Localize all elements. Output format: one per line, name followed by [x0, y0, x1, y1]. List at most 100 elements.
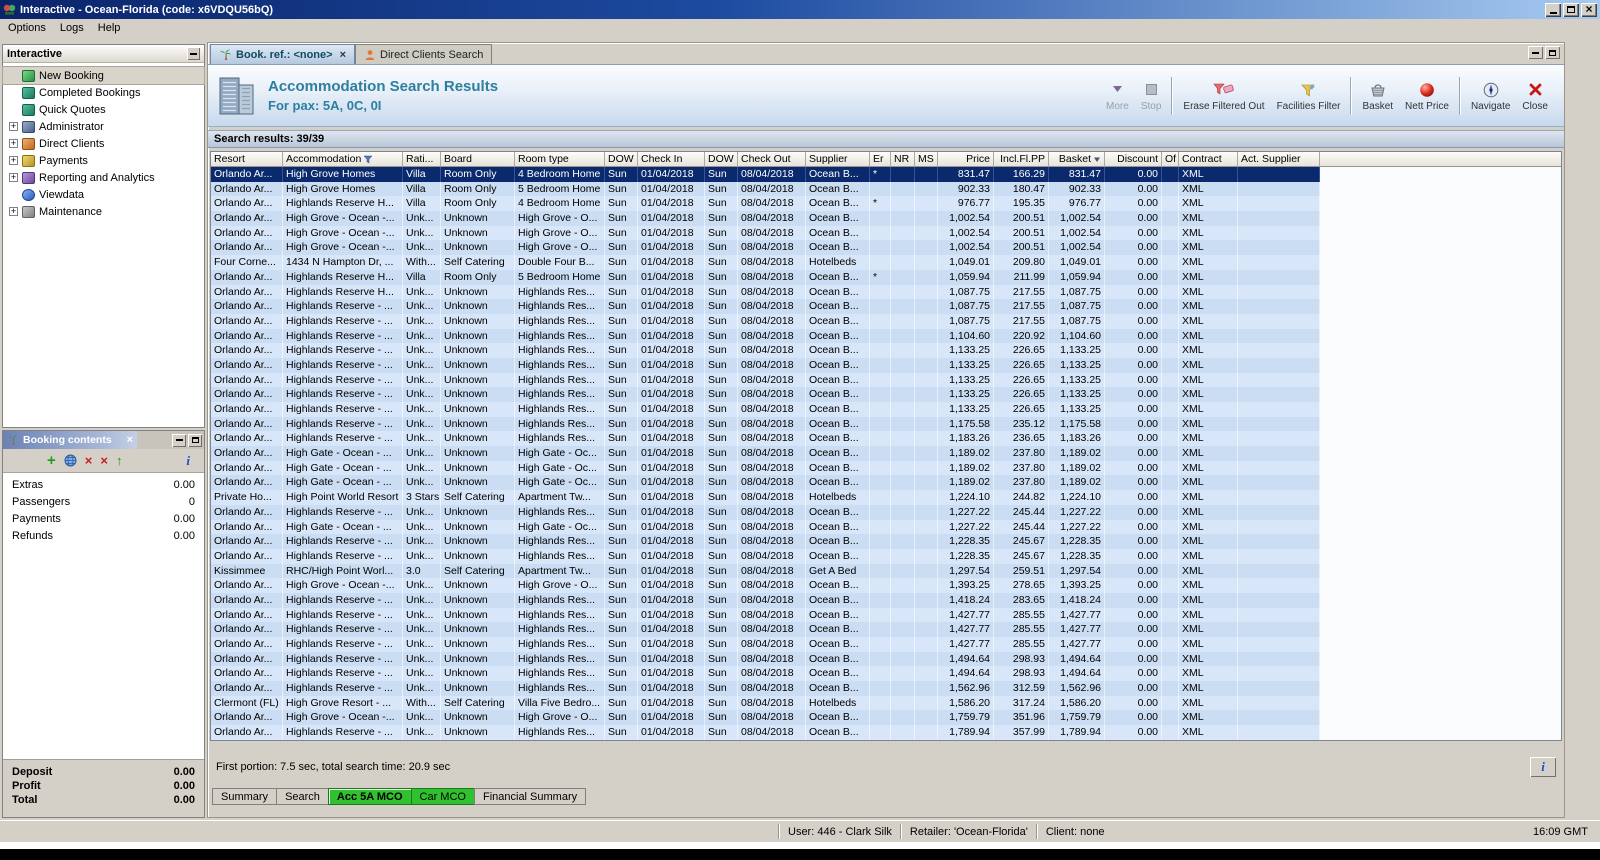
- table-row[interactable]: Orlando Ar... Highlands Reserve H... Unk..…: [211, 284, 1561, 300]
- table-row[interactable]: Clermont (FL) High Grove Resort - ... With…: [211, 695, 1561, 711]
- table-row[interactable]: Orlando Ar... Highlands Reserve - ... Unk.…: [211, 534, 1561, 549]
- menu-help[interactable]: Help: [91, 20, 128, 36]
- menu-options[interactable]: Options: [1, 20, 53, 36]
- table-row[interactable]: Orlando Ar... High Grove Homes Villa Room O…: [211, 167, 1561, 182]
- table-row[interactable]: Orlando Ar... Highlands Reserve - ... Unk.…: [211, 725, 1561, 740]
- sidebar-item-new-booking[interactable]: New Booking: [2, 66, 205, 85]
- stop-button[interactable]: Stop: [1135, 78, 1168, 114]
- table-row[interactable]: Orlando Ar... Highlands Reserve - ... Unk.…: [211, 666, 1561, 682]
- column-header-act-supplier-19[interactable]: Act. Supplier: [1238, 152, 1320, 167]
- bottom-tab-search[interactable]: Search: [276, 788, 329, 805]
- column-header-basket-15[interactable]: Basket: [1049, 152, 1105, 167]
- tab-book-ref-none[interactable]: Book. ref.: <none> ×: [210, 44, 356, 64]
- table-row[interactable]: Orlando Ar... Highlands Reserve - ... Unk.…: [211, 431, 1561, 447]
- move-up-icon[interactable]: ↑: [116, 454, 123, 467]
- close-button[interactable]: Close: [1516, 78, 1554, 114]
- column-header-discount-16[interactable]: Discount: [1105, 152, 1162, 167]
- booking-contents-row[interactable]: Extras 0.00: [3, 476, 204, 493]
- table-row[interactable]: Orlando Ar... Highlands Reserve - ... Unk.…: [211, 328, 1561, 344]
- table-row[interactable]: Orlando Ar... High Gate - Ocean - ... Unk.…: [211, 519, 1561, 535]
- column-header-room-type-4[interactable]: Room type: [515, 152, 605, 167]
- booking-panel-minimize-button[interactable]: [172, 433, 186, 447]
- table-row[interactable]: Orlando Ar... Highlands Reserve H... Villa…: [211, 196, 1561, 212]
- filter-funnel-icon[interactable]: [363, 155, 373, 164]
- booking-contents-close-icon[interactable]: ×: [127, 434, 133, 446]
- table-row[interactable]: Orlando Ar... High Grove - Ocean -... Unk.…: [211, 240, 1561, 256]
- mdi-restore-button[interactable]: [1545, 46, 1560, 59]
- table-row[interactable]: Orlando Ar... Highlands Reserve - ... Unk.…: [211, 357, 1561, 373]
- table-row[interactable]: Orlando Ar... Highlands Reserve - ... Unk.…: [211, 607, 1561, 623]
- table-row[interactable]: Orlando Ar... Highlands Reserve - ... Unk.…: [211, 622, 1561, 637]
- table-row[interactable]: Orlando Ar... Highlands Reserve - ... Unk.…: [211, 548, 1561, 564]
- facilities-filter-button[interactable]: Facilities Filter: [1271, 78, 1347, 114]
- sidebar-item-direct-clients[interactable]: + Direct Clients: [3, 135, 204, 152]
- close-window-button[interactable]: [1581, 2, 1597, 17]
- booking-panel-restore-button[interactable]: [188, 433, 202, 447]
- table-row[interactable]: Orlando Ar... Highlands Reserve - ... Unk.…: [211, 372, 1561, 388]
- bottom-tab-acc-5a-mco[interactable]: Acc 5A MCO: [327, 788, 412, 805]
- bottom-tab-summary[interactable]: Summary: [212, 788, 278, 805]
- nett-price-button[interactable]: Nett Price: [1399, 78, 1455, 114]
- column-header-supplier-9[interactable]: Supplier: [806, 152, 870, 167]
- table-row[interactable]: Orlando Ar... High Gate - Ocean - ... Unk.…: [211, 446, 1561, 461]
- expand-icon[interactable]: +: [9, 156, 18, 165]
- column-header-price-13[interactable]: Price: [938, 152, 994, 167]
- table-row[interactable]: Orlando Ar... Highlands Reserve H... Villa…: [211, 269, 1561, 285]
- more-button[interactable]: More: [1100, 78, 1135, 114]
- expand-icon[interactable]: +: [9, 139, 18, 148]
- info-button[interactable]: [1530, 757, 1556, 777]
- tab-direct-clients-search[interactable]: Direct Clients Search: [355, 44, 493, 64]
- column-header-rati-2[interactable]: Rati...: [403, 152, 441, 167]
- delete-icon[interactable]: ×: [100, 454, 108, 467]
- info-icon[interactable]: i: [186, 454, 190, 467]
- table-row[interactable]: Kissimmee RHC/High Point Worl... 3.0 Self C…: [211, 563, 1561, 579]
- sidebar-item-payments[interactable]: + Payments: [3, 152, 204, 169]
- collapse-panel-button[interactable]: [187, 47, 200, 60]
- column-header-dow-5[interactable]: DOW: [605, 152, 638, 167]
- mdi-minimize-button[interactable]: [1528, 46, 1543, 59]
- table-row[interactable]: Private Ho... High Point World Resort 3 St…: [211, 490, 1561, 505]
- globe-icon[interactable]: [64, 454, 77, 467]
- sidebar-item-viewdata[interactable]: Viewdata: [3, 186, 204, 203]
- table-row[interactable]: Orlando Ar... Highlands Reserve - ... Unk.…: [211, 402, 1561, 417]
- table-row[interactable]: Orlando Ar... High Grove - Ocean -... Unk.…: [211, 578, 1561, 593]
- sidebar-item-completed-bookings[interactable]: Completed Bookings: [3, 84, 204, 101]
- table-row[interactable]: Orlando Ar... Highlands Reserve - ... Unk.…: [211, 651, 1561, 667]
- table-row[interactable]: Orlando Ar... High Grove Homes Villa Room O…: [211, 181, 1561, 197]
- expand-icon[interactable]: +: [9, 173, 18, 182]
- column-header-board-3[interactable]: Board: [441, 152, 515, 167]
- menu-logs[interactable]: Logs: [53, 20, 91, 36]
- booking-contents-row[interactable]: Passengers 0: [3, 493, 204, 510]
- table-row[interactable]: Orlando Ar... Highlands Reserve - ... Unk.…: [211, 592, 1561, 608]
- expand-icon[interactable]: +: [9, 122, 18, 131]
- column-header-incl-fl-pp-14[interactable]: Incl.Fl.PP: [994, 152, 1049, 167]
- tab-close-icon[interactable]: ×: [340, 49, 346, 61]
- table-row[interactable]: Orlando Ar... Highlands Reserve - ... Unk.…: [211, 343, 1561, 358]
- navigate-button[interactable]: Navigate: [1465, 78, 1516, 114]
- table-row[interactable]: Orlando Ar... High Grove - Ocean -... Unk.…: [211, 710, 1561, 726]
- column-header-contract-18[interactable]: Contract: [1179, 152, 1238, 167]
- sidebar-item-maintenance[interactable]: + Maintenance: [3, 203, 204, 220]
- add-icon[interactable]: +: [47, 453, 56, 468]
- sidebar-item-reporting-and-analytics[interactable]: + Reporting and Analytics: [3, 169, 204, 186]
- table-row[interactable]: Orlando Ar... Highlands Reserve - ... Unk.…: [211, 637, 1561, 652]
- bottom-tab-car-mco[interactable]: Car MCO: [410, 788, 475, 805]
- booking-contents-row[interactable]: Refunds 0.00: [3, 527, 204, 544]
- table-row[interactable]: Orlando Ar... Highlands Reserve - ... Unk.…: [211, 299, 1561, 314]
- column-header-resort-0[interactable]: Resort: [211, 152, 283, 167]
- column-header-accommodation-1[interactable]: Accommodation: [283, 152, 403, 167]
- bottom-tab-financial-summary[interactable]: Financial Summary: [473, 788, 587, 805]
- booking-contents-row[interactable]: Payments 0.00: [3, 510, 204, 527]
- column-header-dow-7[interactable]: DOW: [705, 152, 738, 167]
- column-header-er-10[interactable]: Er: [870, 152, 891, 167]
- table-row[interactable]: Orlando Ar... High Grove - Ocean -... Unk.…: [211, 225, 1561, 241]
- column-header-nr-11[interactable]: NR: [891, 152, 915, 167]
- column-header-ms-12[interactable]: MS: [915, 152, 938, 167]
- sidebar-item-administrator[interactable]: + Administrator: [3, 118, 204, 135]
- column-header-check-in-6[interactable]: Check In: [638, 152, 705, 167]
- column-header-check-out-8[interactable]: Check Out: [738, 152, 806, 167]
- table-row[interactable]: Orlando Ar... Highlands Reserve - ... Unk.…: [211, 313, 1561, 329]
- table-row[interactable]: Orlando Ar... High Gate - Ocean - ... Unk.…: [211, 460, 1561, 476]
- table-row[interactable]: Orlando Ar... Highlands Reserve - ... Unk.…: [211, 504, 1561, 520]
- minimize-button[interactable]: [1545, 2, 1561, 17]
